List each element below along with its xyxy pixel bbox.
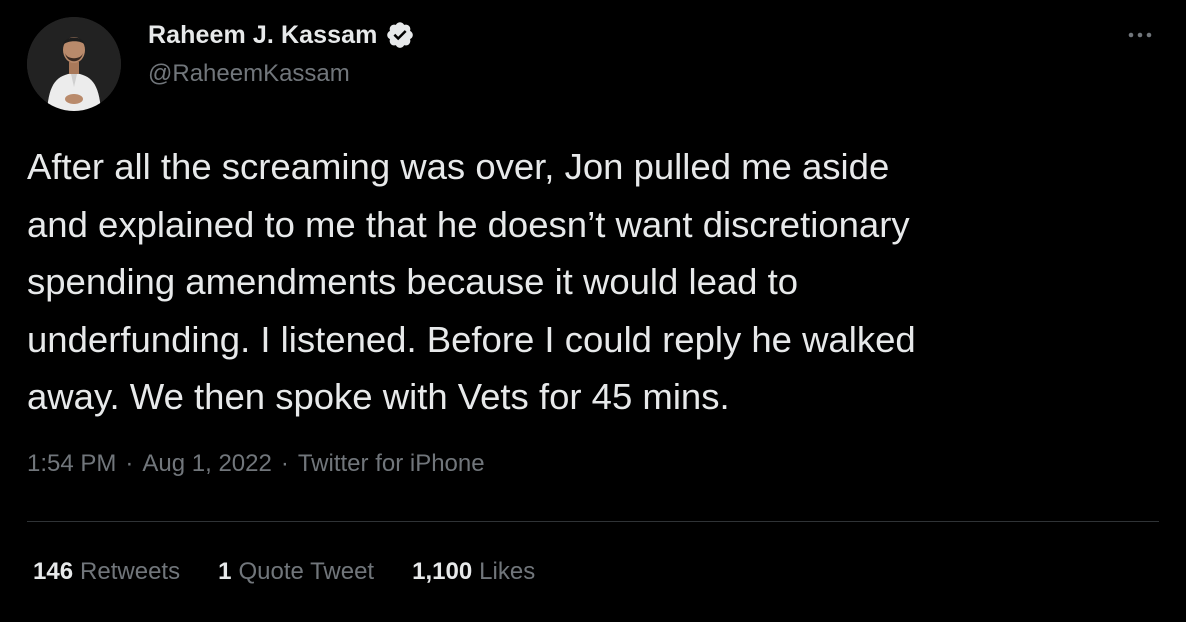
verified-badge-icon <box>385 20 415 50</box>
quote-tweets-stat[interactable]: 1 Quote Tweet <box>218 558 374 586</box>
more-horizontal-icon <box>1128 32 1152 38</box>
tweet-text: After all the screaming was over, Jon pu… <box>27 146 916 418</box>
tweet-metadata: 1:54 PM · Aug 1, 2022 · Twitter for iPho… <box>27 450 485 478</box>
divider <box>27 521 1159 522</box>
retweets-label: Retweets <box>80 558 181 585</box>
tweet-stats: 146 Retweets 1 Quote Tweet 1,100 Likes <box>33 558 573 586</box>
meta-separator: · <box>125 450 134 477</box>
avatar-photo-icon <box>27 17 121 111</box>
author-name-row[interactable]: Raheem J. Kassam <box>148 18 415 52</box>
quote-tweets-count: 1 <box>218 558 232 585</box>
quote-tweets-label: Quote Tweet <box>238 558 375 585</box>
likes-count: 1,100 <box>412 558 473 585</box>
tweet-date[interactable]: Aug 1, 2022 <box>142 450 271 478</box>
retweets-stat[interactable]: 146 Retweets <box>33 558 180 586</box>
retweets-count: 146 <box>33 558 74 585</box>
author-handle[interactable]: @RaheemKassam <box>148 60 350 88</box>
likes-stat[interactable]: 1,100 Likes <box>412 558 535 586</box>
tweet-source[interactable]: Twitter for iPhone <box>298 450 485 478</box>
author-display-name[interactable]: Raheem J. Kassam <box>148 21 378 50</box>
meta-separator: · <box>280 450 289 477</box>
likes-label: Likes <box>479 558 536 585</box>
more-options-button[interactable] <box>1118 20 1162 50</box>
avatar[interactable] <box>27 17 121 111</box>
tweet-time[interactable]: 1:54 PM <box>27 450 116 478</box>
